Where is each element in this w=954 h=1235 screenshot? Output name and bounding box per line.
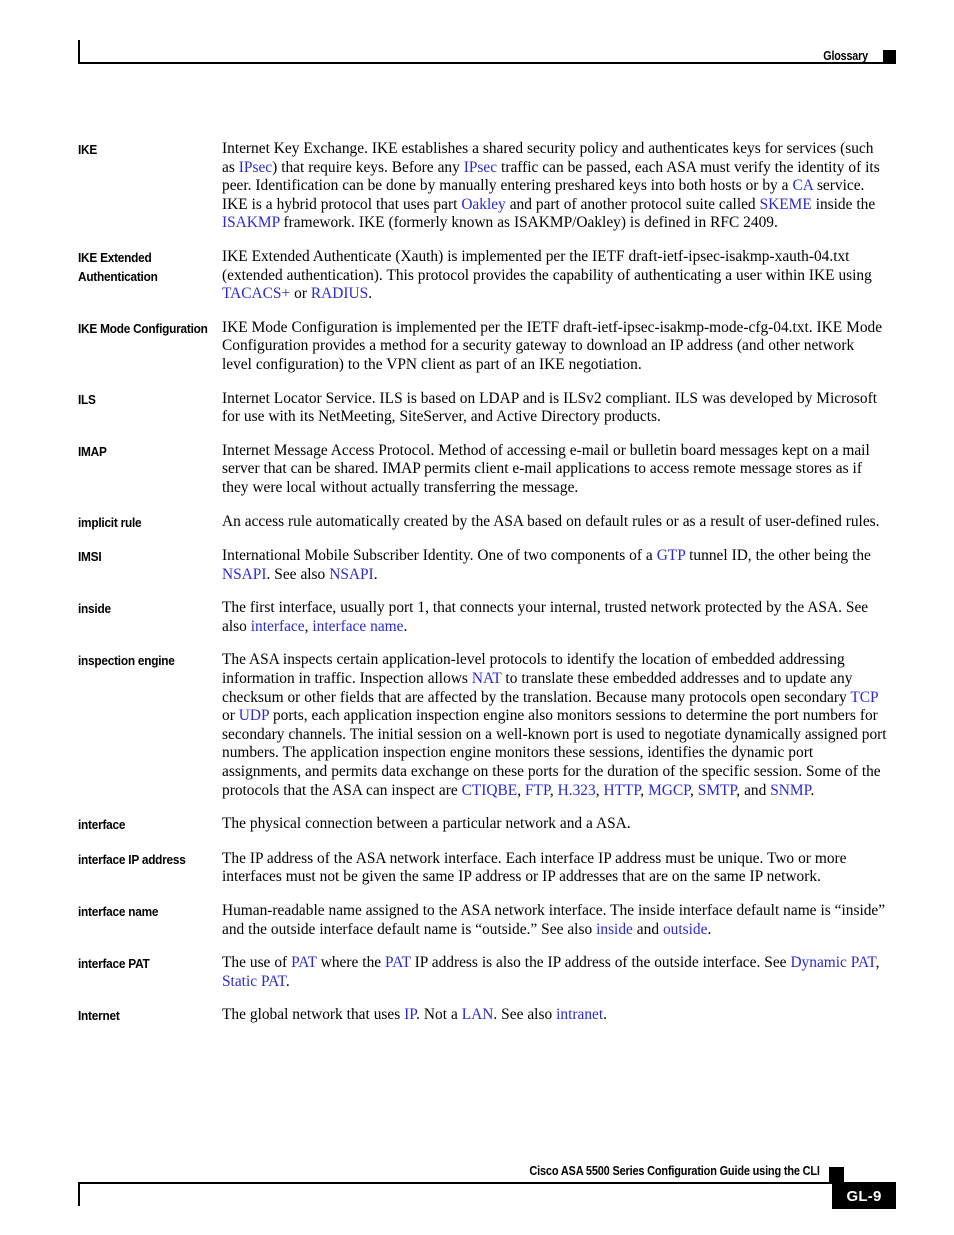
glossary-entry: interface PAT The use of PAT where the PA… xyxy=(78,954,888,991)
page-number-badge: GL-9 xyxy=(832,1184,896,1209)
glossary-term: ILS xyxy=(78,392,96,407)
black-square-icon xyxy=(829,1167,844,1182)
glossary-term: inside xyxy=(78,602,111,617)
glossary-entry: inside The first interface, usually port … xyxy=(78,599,888,636)
footer-rule xyxy=(78,1182,896,1184)
glossary-definition: The physical connection between a partic… xyxy=(222,815,631,833)
xref-link[interactable]: PAT xyxy=(291,954,317,971)
xref-link[interactable]: MGCP xyxy=(648,782,690,799)
glossary-entry: IKE Extended Authentication IKE Extended … xyxy=(78,248,888,304)
xref-link[interactable]: IPsec xyxy=(239,159,272,176)
xref-link[interactable]: interface name xyxy=(312,618,403,635)
glossary-term: interface xyxy=(78,818,126,833)
glossary-term: IMSI xyxy=(78,550,102,565)
glossary-page: Glossary IKE Internet Key Exchange. IKE e… xyxy=(0,0,954,1235)
glossary-definition: Internet Message Access Protocol. Method… xyxy=(222,441,870,496)
footer-corner-tick xyxy=(78,1184,80,1206)
xref-link[interactable]: RADIUS xyxy=(311,285,368,302)
xref-link[interactable]: CA xyxy=(792,177,813,194)
glossary-definition: IKE Extended Authenticate (Xauth) is imp… xyxy=(222,247,872,303)
glossary-definition: The use of PAT where the PAT IP address … xyxy=(222,954,880,990)
glossary-entry: IMSI International Mobile Subscriber Iden… xyxy=(78,547,888,584)
xref-link[interactable]: IPsec xyxy=(464,159,497,176)
glossary-term: IKE Mode Configuration xyxy=(78,321,208,336)
glossary-entry: interface name Human-readable name assign… xyxy=(78,902,888,939)
glossary-entry: Internet The global network that uses IP.… xyxy=(78,1006,888,1026)
glossary-definition: An access rule automatically created by … xyxy=(222,512,880,530)
glossary-term: IMAP xyxy=(78,444,107,459)
glossary-entry: IKE Mode Configuration IKE Mode Configura… xyxy=(78,319,888,375)
xref-link[interactable]: GTP xyxy=(657,547,686,564)
glossary-definition: IKE Mode Configuration is implemented pe… xyxy=(222,318,883,373)
xref-link[interactable]: NSAPI xyxy=(222,566,266,583)
glossary-term: interface name xyxy=(78,905,159,919)
xref-link[interactable]: FTP xyxy=(525,782,550,799)
xref-link[interactable]: PAT xyxy=(385,954,411,971)
xref-link[interactable]: NAT xyxy=(472,670,502,687)
xref-link[interactable]: CTIQBE xyxy=(462,782,518,799)
xref-link[interactable]: LAN xyxy=(462,1006,494,1023)
glossary-term: IKE Extended Authentication xyxy=(78,250,158,284)
xref-link[interactable]: intranet xyxy=(556,1006,603,1023)
xref-link[interactable]: interface xyxy=(251,618,305,635)
xref-link[interactable]: NSAPI xyxy=(329,566,373,583)
glossary-entry: inspection engine The ASA inspects certai… xyxy=(78,651,888,800)
xref-link[interactable]: UDP xyxy=(239,707,269,724)
xref-link[interactable]: H.323 xyxy=(558,782,596,799)
glossary-entry: IMAP Internet Message Access Protocol. Me… xyxy=(78,442,888,498)
xref-link[interactable]: Oakley xyxy=(461,196,505,213)
xref-link[interactable]: SKEME xyxy=(760,196,812,213)
glossary-term: interface IP address xyxy=(78,852,186,867)
glossary-definition: Internet Locator Service. ILS is based o… xyxy=(222,389,877,426)
xref-link[interactable]: Static PAT xyxy=(222,973,286,990)
glossary-term: Internet xyxy=(78,1009,120,1024)
glossary-term: inspection engine xyxy=(78,654,175,669)
header-section-label: Glossary xyxy=(823,49,868,63)
xref-link[interactable]: SNMP xyxy=(770,782,810,799)
glossary-definition: The IP address of the ASA network interf… xyxy=(222,849,847,886)
header-corner-tick xyxy=(78,40,80,64)
glossary-definition: Internet Key Exchange. IKE establishes a… xyxy=(222,140,880,232)
glossary-definition: The global network that uses IP. Not a L… xyxy=(222,1006,607,1024)
xref-link[interactable]: SMTP xyxy=(698,782,737,799)
xref-link[interactable]: TCP xyxy=(850,689,878,706)
glossary-definition: International Mobile Subscriber Identity… xyxy=(222,547,871,583)
glossary-entry: interface IP address The IP address of th… xyxy=(78,850,888,887)
glossary-entry: interface The physical connection between… xyxy=(78,815,888,835)
glossary-definition: The first interface, usually port 1, tha… xyxy=(222,599,869,635)
xref-link[interactable]: ISAKMP xyxy=(222,214,280,231)
page-footer: Cisco ASA 5500 Series Configuration Guid… xyxy=(78,1160,896,1230)
glossary-term: implicit rule xyxy=(78,515,142,530)
footer-guide-title: Cisco ASA 5500 Series Configuration Guid… xyxy=(529,1164,821,1178)
glossary-entry: implicit rule An access rule automaticall… xyxy=(78,513,888,533)
glossary-entry: IKE Internet Key Exchange. IKE establishe… xyxy=(78,140,888,233)
glossary-definition: Human-readable name assigned to the ASA … xyxy=(222,902,886,938)
glossary-entry-list: IKE Internet Key Exchange. IKE establishe… xyxy=(78,140,888,1041)
xref-link[interactable]: IP xyxy=(404,1006,416,1023)
xref-link[interactable]: inside xyxy=(596,921,633,938)
glossary-definition: The ASA inspects certain application-lev… xyxy=(222,651,887,799)
xref-link[interactable]: TACACS+ xyxy=(222,285,290,302)
glossary-term: interface PAT xyxy=(78,957,150,972)
page-header: Glossary xyxy=(78,40,896,74)
xref-link[interactable]: Dynamic PAT xyxy=(790,954,875,971)
glossary-entry: ILS Internet Locator Service. ILS is base… xyxy=(78,390,888,427)
xref-link[interactable]: HTTP xyxy=(603,782,640,799)
xref-link[interactable]: outside xyxy=(663,921,707,938)
header-rule xyxy=(78,62,896,64)
black-square-icon xyxy=(883,50,896,63)
glossary-term: IKE xyxy=(78,143,98,157)
